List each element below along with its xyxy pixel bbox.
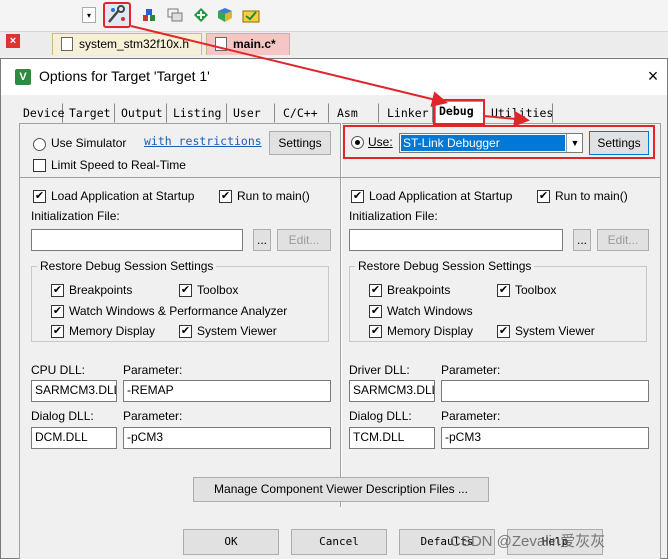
arrow-to-debug-tab <box>130 25 448 107</box>
watermark: CSDN @Zevalin爱灰灰 <box>450 533 606 550</box>
annotation-arrows <box>130 25 530 127</box>
arrow-to-debugger <box>483 110 530 127</box>
